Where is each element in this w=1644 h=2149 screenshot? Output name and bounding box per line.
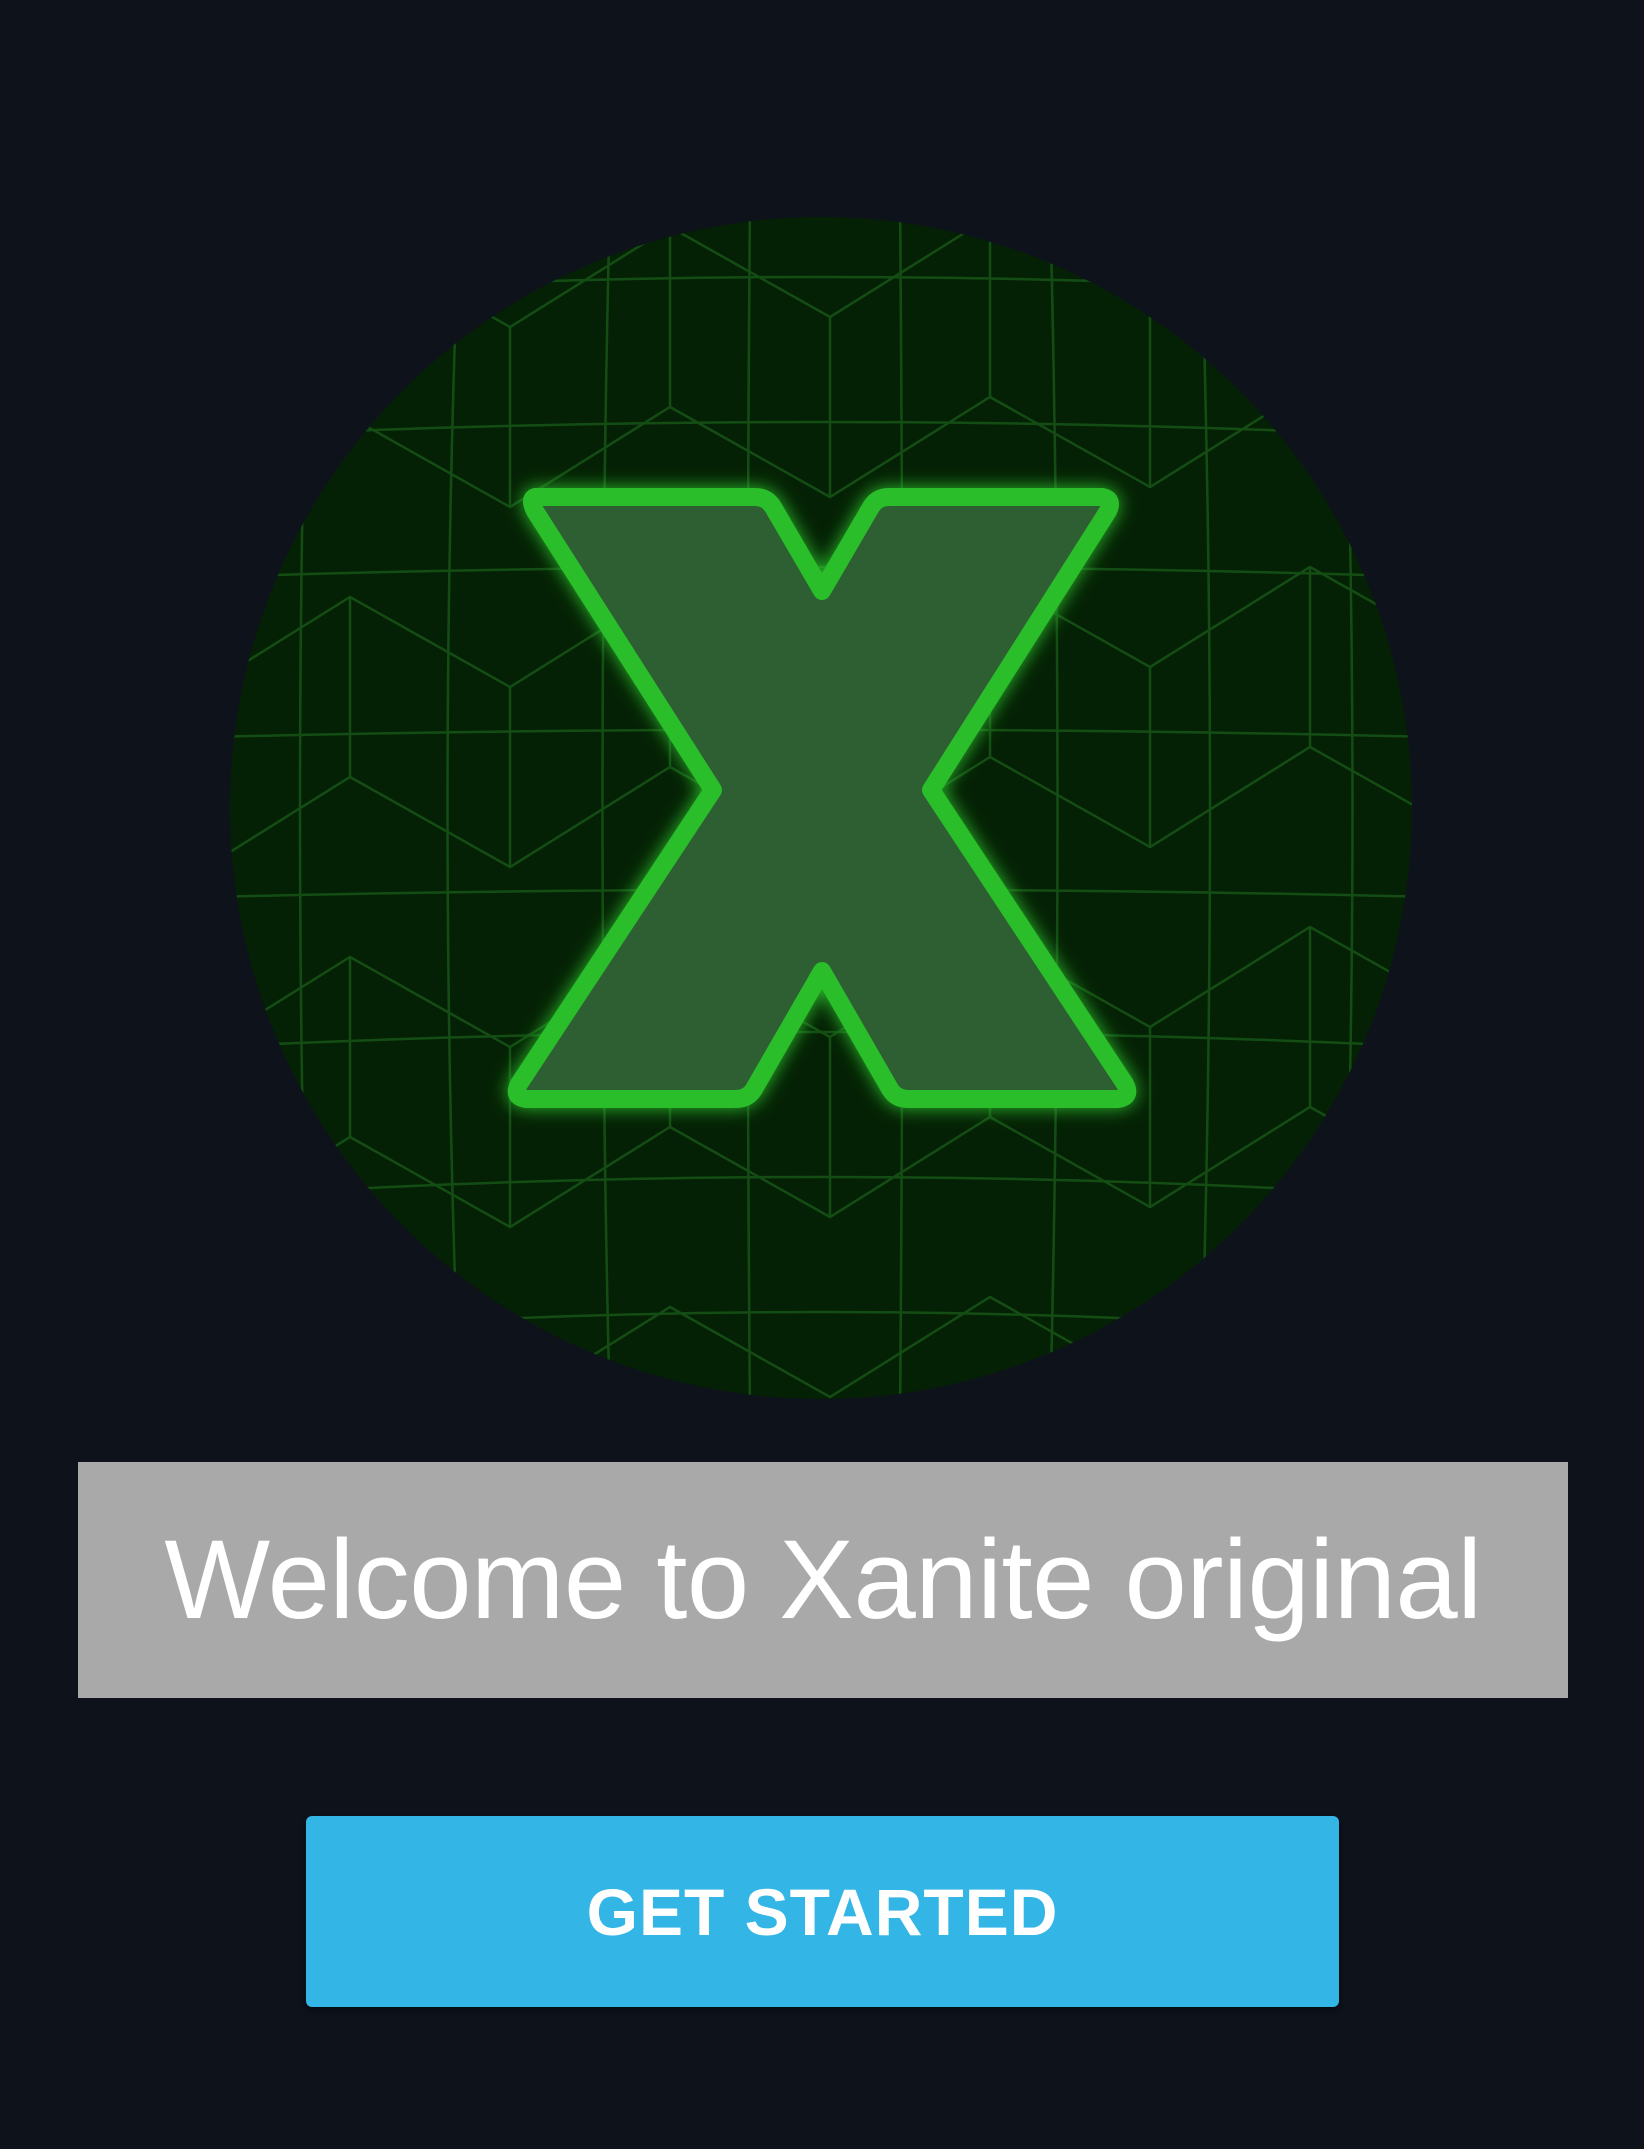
xanite-x-logo-icon xyxy=(230,217,1412,1399)
welcome-title: Welcome to Xanite original xyxy=(164,1517,1482,1642)
welcome-screen: Welcome to Xanite original GET STARTED xyxy=(0,0,1644,2149)
get-started-button[interactable]: GET STARTED xyxy=(306,1816,1339,2007)
welcome-banner: Welcome to Xanite original xyxy=(78,1462,1568,1698)
get-started-label: GET STARTED xyxy=(586,1874,1059,1949)
